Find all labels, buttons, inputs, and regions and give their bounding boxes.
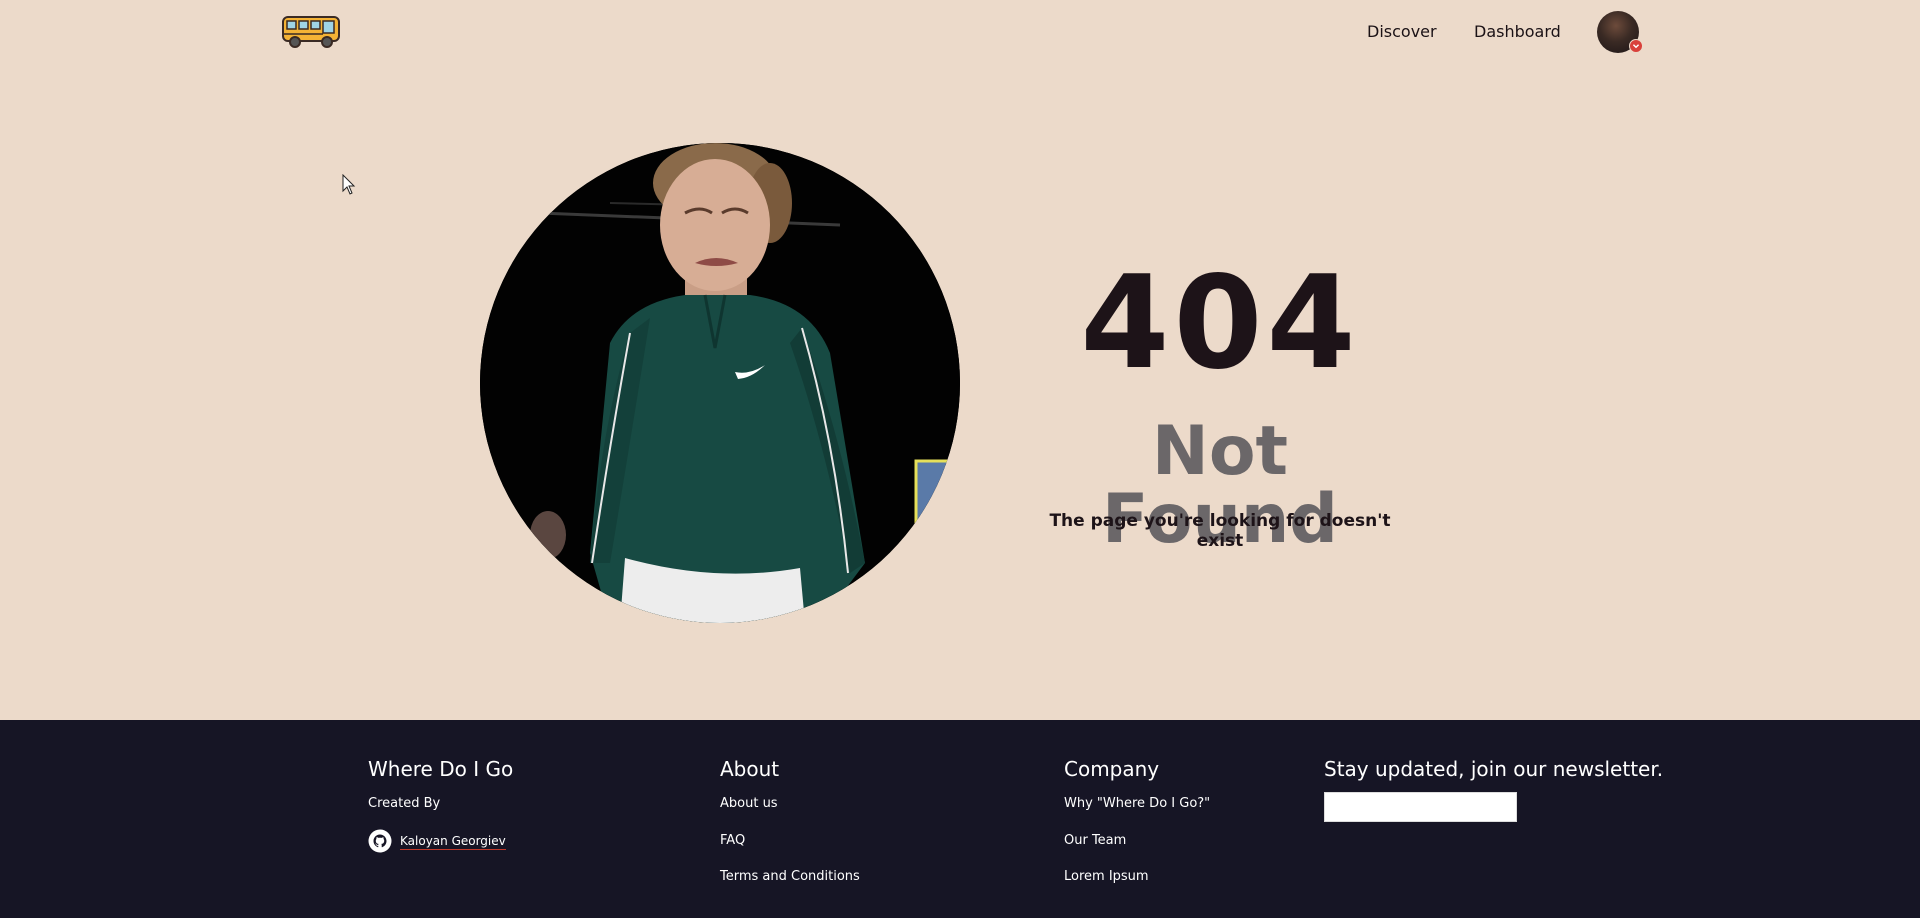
mouse-cursor-icon (342, 174, 356, 195)
photo-illustration (480, 143, 960, 623)
footer-link-our-team[interactable]: Our Team (1064, 833, 1126, 848)
footer-link-faq[interactable]: FAQ (720, 833, 745, 848)
created-by-label: Created By (368, 796, 441, 811)
footer-company-title: Company (1064, 757, 1160, 781)
site-footer (0, 720, 1920, 918)
footer-link-about-us[interactable]: About us (720, 796, 778, 811)
site-header: Discover Dashboard (0, 0, 1920, 64)
school-bus-icon[interactable] (280, 13, 344, 49)
author-link[interactable]: Kaloyan Georgiev (400, 834, 506, 850)
nav-dashboard[interactable]: Dashboard (1474, 22, 1561, 41)
footer-link-lorem[interactable]: Lorem Ipsum (1064, 869, 1149, 884)
github-icon[interactable] (368, 829, 392, 853)
footer-link-why[interactable]: Why "Where Do I Go?" (1064, 796, 1210, 811)
tennis-player-photo (480, 143, 960, 623)
newsletter-email-input[interactable] (1324, 792, 1517, 822)
newsletter-title: Stay updated, join our newsletter. (1324, 757, 1664, 781)
error-code: 404 (1080, 249, 1360, 398)
footer-link-terms[interactable]: Terms and Conditions (720, 869, 860, 884)
footer-brand-title: Where Do I Go (368, 757, 514, 781)
footer-about-title: About (720, 757, 780, 781)
chevron-down-icon[interactable] (1629, 39, 1643, 53)
error-message: The page you're looking for doesn't exis… (1049, 511, 1391, 551)
nav-discover[interactable]: Discover (1367, 22, 1437, 41)
